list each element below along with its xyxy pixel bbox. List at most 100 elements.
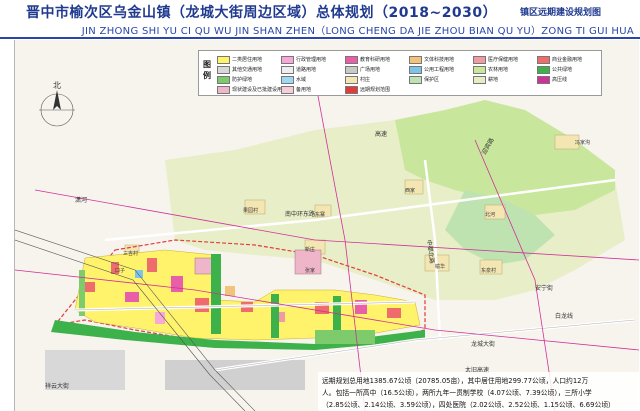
legend-swatch — [537, 55, 550, 64]
label-village: 东泉村 — [481, 267, 496, 274]
legend-label: 文体科技用地 — [424, 57, 455, 63]
legend-label: 二类居住用地 — [232, 57, 263, 63]
legend-label: 农林用地 — [488, 67, 509, 73]
legend-swatch — [217, 55, 230, 64]
note-line-2: 人。包括一所高中（16.5公顷），两所九年一贯制学校（4.07公顷、7.39公顷… — [322, 389, 592, 397]
protective-green — [315, 330, 375, 344]
legend-label: 村庄 — [360, 77, 371, 83]
planning-map-page: 晋中市榆次区乌金山镇（龙城大街周边区域）总体规划（2018~2030） 镇区远期… — [0, 0, 640, 411]
note-line-3: （2.85公顷、2.14公顷、3.59公顷），四处医院（2.02公顷、2.52公… — [322, 401, 615, 409]
label-village: 张家 — [305, 267, 315, 274]
legend-item: 教育科研用地 — [345, 55, 409, 64]
legend-swatch — [345, 65, 358, 74]
education-block — [171, 276, 183, 292]
page-title: 晋中市榆次区乌金山镇（龙城大街周边区域）总体规划（2018~2030） — [26, 5, 498, 21]
commercial-block — [147, 258, 157, 272]
label-road-huancheng: 南中环东路 — [285, 210, 315, 218]
legend-swatch — [281, 55, 294, 64]
legend-item: 远期规划范围 — [345, 85, 409, 94]
label-road-baiyi: 白龙线 — [555, 312, 573, 320]
legend-swatch — [217, 85, 230, 94]
label-road-longcheng: 龙城大街 — [471, 340, 495, 348]
label-village: 榆华 — [435, 263, 445, 270]
legend-label: 水域 — [296, 77, 307, 83]
legend-swatch — [473, 65, 486, 74]
legend-label: 现状建设及已批建设用地 — [232, 87, 281, 93]
legend-swatch — [409, 55, 422, 64]
legend-swatch — [473, 75, 486, 84]
label-village: 西家 — [405, 187, 415, 194]
legend-item: 现状建设及已批建设用地 — [217, 85, 281, 94]
legend-swatch — [345, 75, 358, 84]
label-village: 冯家沟 — [575, 139, 590, 146]
legend-item: 文体科技用地 — [409, 55, 473, 64]
header-divider — [0, 37, 640, 39]
legend-item: 备用地 — [281, 85, 345, 94]
legend-swatch — [217, 75, 230, 84]
legend-label: 道路用地 — [296, 67, 317, 73]
legend-item: 二类居住用地 — [217, 55, 281, 64]
legend-label: 防护绿地 — [232, 77, 253, 83]
legend-item: 公共绿地 — [537, 65, 601, 74]
culture-block — [225, 286, 235, 296]
legend-label: 广场用地 — [360, 67, 381, 73]
legend-item: 农林用地 — [473, 65, 537, 74]
label-village: 北河 — [485, 211, 495, 218]
legend-label: 其他交通用地 — [232, 67, 263, 73]
label-village: 新庄 — [305, 246, 315, 253]
legend-label: 公共绿地 — [552, 67, 573, 73]
built-area-south — [165, 360, 305, 390]
legend-swatch — [281, 75, 294, 84]
label-village: 东寨 — [315, 211, 325, 218]
legend-label: 医疗保健用地 — [488, 57, 519, 63]
title-bar: 晋中市榆次区乌金山镇（龙城大街周边区域）总体规划（2018~2030） 镇区远期… — [0, 0, 640, 22]
commercial-block — [387, 308, 401, 318]
legend-swatch — [281, 85, 294, 94]
note-line-1: 远期规划总用地1385.67公顷（20785.05亩），其中居住用地299.77… — [322, 377, 589, 385]
legend-item: 耕地 — [473, 75, 537, 84]
legend-swatch — [409, 65, 422, 74]
legend-label: 备用地 — [296, 87, 312, 93]
legend-item: 公用工程用地 — [409, 65, 473, 74]
legend-label: 教育科研用地 — [360, 57, 391, 63]
commercial-block — [195, 298, 209, 312]
label-village: 口子 — [115, 267, 125, 274]
legend-label: 公用工程用地 — [424, 67, 455, 73]
label-village: 果园村 — [243, 207, 258, 214]
legend-item: 其他交通用地 — [217, 65, 281, 74]
legend-panel: 图例 二类居住用地 行政管理用地 教育科研用地 文体科技用地 医疗保健用地 商业金融用地其… — [198, 50, 602, 96]
legend-label: 保护区 — [424, 77, 440, 83]
legend-item: 行政管理用地 — [281, 55, 345, 64]
legend-swatch — [217, 65, 230, 74]
legend-swatch — [345, 55, 358, 64]
legend-item: 防护绿地 — [217, 75, 281, 84]
legend-item: 医疗保健用地 — [473, 55, 537, 64]
legend-swatch — [473, 55, 486, 64]
commercial-block — [85, 282, 95, 292]
legend-grid: 二类居住用地 行政管理用地 教育科研用地 文体科技用地 医疗保健用地 商业金融用地其他交通… — [217, 55, 601, 94]
legend-item: 商业金融用地 — [537, 55, 601, 64]
legend-swatch — [345, 85, 358, 94]
green-belt — [271, 294, 279, 338]
legend-item: 高压线 — [537, 75, 601, 84]
page-subtitle: 镇区远期建设规划图 — [520, 8, 602, 18]
legend-label: 远期规划范围 — [360, 87, 391, 93]
legend-swatch — [281, 65, 294, 74]
legend-item: 广场用地 — [345, 65, 409, 74]
legend-item: 保护区 — [409, 75, 473, 84]
label-river: 潇河 — [75, 196, 87, 204]
label-road-gaosu: 高速 — [375, 130, 387, 138]
legend-item: 水域 — [281, 75, 345, 84]
pinyin-title: JIN ZHONG SHI YU CI QU WU JIN SHAN ZHEN（… — [0, 22, 640, 38]
legend-item: 村庄 — [345, 75, 409, 84]
legend-label: 耕地 — [488, 77, 499, 83]
legend-swatch — [537, 65, 550, 74]
legend-title: 图例 — [203, 60, 211, 80]
label-road-xiangyun: 祥云大街 — [45, 382, 69, 390]
legend-item: 道路用地 — [281, 65, 345, 74]
north-label: 北 — [53, 81, 61, 90]
education-block — [125, 292, 139, 302]
label-road-anning: 安宁街 — [535, 284, 553, 292]
legend-swatch — [537, 75, 550, 84]
label-village: 三吉村 — [123, 250, 138, 257]
